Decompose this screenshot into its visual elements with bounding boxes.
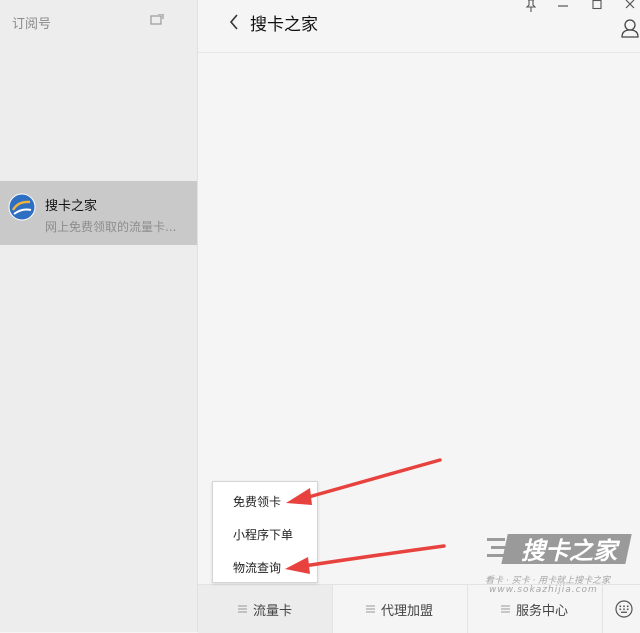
- menu-item-logistics[interactable]: 物流查询: [233, 559, 281, 576]
- maximize-icon[interactable]: [590, 0, 604, 12]
- minimize-icon[interactable]: [556, 0, 570, 12]
- menu-tab-label: 服务中心: [515, 603, 568, 619]
- menu-item-free-card[interactable]: 免费领卡: [233, 493, 281, 510]
- sidebar: 订阅号 搜卡之家 网上免费领取的流量卡...: [0, 0, 198, 632]
- menu-lines-icon: [237, 605, 247, 613]
- menu-tab-label: 代理加盟: [380, 603, 433, 619]
- new-window-icon[interactable]: [150, 14, 164, 26]
- watermark-logo-text: 搜卡之家: [521, 537, 621, 565]
- menu-lines-icon: [365, 605, 375, 613]
- chat-header: 搜卡之家: [198, 0, 640, 53]
- profile-icon[interactable]: [621, 18, 639, 38]
- keyboard-icon[interactable]: [615, 600, 633, 618]
- menu-tab-dailijiameng[interactable]: 代理加盟: [332, 585, 468, 633]
- close-icon[interactable]: [623, 0, 637, 12]
- avatar: [8, 193, 36, 221]
- menu-lines-icon: [500, 605, 510, 613]
- sidebar-title: 订阅号: [12, 17, 52, 32]
- watermark-logo: 搜卡之家: [487, 534, 632, 565]
- conversation-name: 搜卡之家: [45, 199, 98, 214]
- chevron-left-icon[interactable]: [228, 13, 240, 31]
- watermark-url: www.sokazhijia.com: [489, 585, 598, 595]
- conversation-item-soka[interactable]: 搜卡之家 网上免费领取的流量卡...: [0, 181, 197, 245]
- pin-icon[interactable]: [524, 0, 538, 12]
- menu-tab-liuliangka[interactable]: 流量卡: [198, 585, 333, 633]
- chat-title: 搜卡之家: [250, 15, 318, 35]
- menu-tab-label: 流量卡: [252, 603, 292, 619]
- conversation-preview: 网上免费领取的流量卡...: [45, 220, 177, 234]
- menu-item-miniprogram-order[interactable]: 小程序下单: [233, 526, 293, 543]
- submenu-popup: 免费领卡 小程序下单 物流查询: [212, 481, 318, 583]
- sidebar-header: 订阅号: [0, 0, 197, 44]
